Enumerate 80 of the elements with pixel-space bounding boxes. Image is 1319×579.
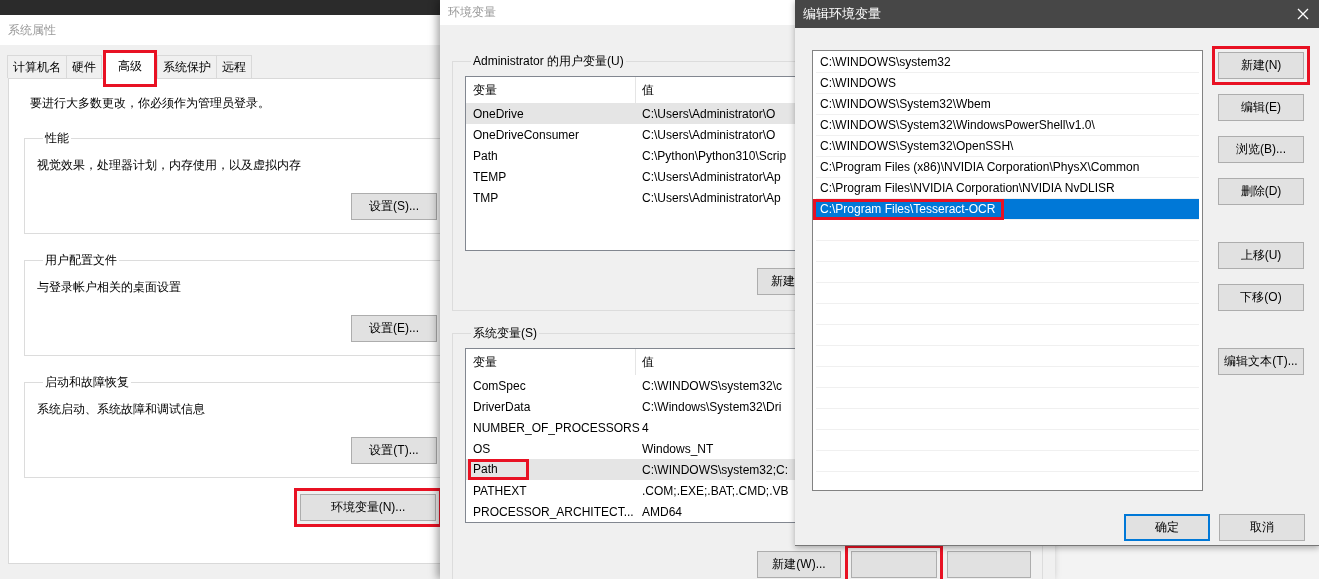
column-header: 值 (641, 353, 654, 371)
settings-button[interactable]: 设置(E)... (351, 315, 437, 342)
table-row[interactable]: TEMP C:\Users\Administrator\Ap (466, 166, 796, 187)
action-button[interactable]: 新建(W)... (757, 551, 841, 578)
path-entry[interactable]: C:\Program Files\Tesseract-OCR (816, 199, 1199, 220)
action-button[interactable]: 删除(D) (1218, 178, 1304, 205)
table-cell: C:\Users\Administrator\O (642, 127, 776, 142)
table-cell: PROCESSOR_ARCHITECT... (473, 504, 634, 519)
table-cell: NUMBER_OF_PROCESSORS (473, 420, 640, 435)
dialog-button[interactable]: 取消 (1219, 514, 1305, 541)
table-row[interactable]: NUMBER_OF_PROCESSORS 4 (466, 417, 796, 438)
table-row[interactable]: OS Windows_NT (466, 438, 796, 459)
table-row[interactable]: DriverData C:\Windows\System32\Dri (466, 396, 796, 417)
action-button[interactable]: 新建 (757, 268, 795, 295)
window-title: 系统属性 (7, 21, 57, 39)
table-cell: ComSpec (473, 378, 526, 393)
path-entry[interactable]: C:\Program Files (x86)\NVIDIA Corporation\PhysX\Common (816, 157, 1199, 178)
window-title: 编辑环境变量 (802, 5, 882, 23)
table-cell: DriverData (473, 399, 531, 414)
group-title: 性能 (44, 130, 70, 147)
tab[interactable]: 硬件 (66, 55, 102, 78)
table-cell: C:\Windows\System32\Dri (642, 399, 782, 414)
table-row[interactable]: PATHEXT .COM;.EXE;.BAT;.CMD;.VB (466, 480, 796, 501)
action-button[interactable]: 编辑(E) (1218, 94, 1304, 121)
close-icon[interactable] (1297, 8, 1309, 20)
table-cell: AMD64 (642, 504, 682, 519)
column-header: 变量 (466, 349, 636, 375)
table-cell: C:\WINDOWS\system32\c (642, 378, 782, 393)
table-cell: .COM;.EXE;.BAT;.CMD;.VB (642, 483, 789, 498)
table-cell: Path (468, 459, 529, 480)
path-entry[interactable]: C:\WINDOWS\system32 (816, 52, 1199, 73)
group-title: 启动和故障恢复 (44, 374, 130, 391)
group-title: 系统变量(S) (472, 325, 538, 342)
table-row[interactable]: TMP C:\Users\Administrator\Ap (466, 187, 796, 208)
table-cell: PATHEXT (473, 483, 527, 498)
table-cell: Path (473, 148, 498, 163)
table-row[interactable]: OneDrive C:\Users\Administrator\O (466, 103, 796, 124)
table-cell: OneDrive (473, 106, 524, 121)
table-cell: OS (473, 441, 491, 456)
table-cell: C:\Users\Administrator\O (642, 106, 776, 121)
group-title: Administrator 的用户变量(U) (472, 53, 625, 70)
action-button[interactable]: 下移(O) (1218, 284, 1304, 311)
table-row[interactable]: OneDriveConsumer C:\Users\Administrator\O (466, 124, 796, 145)
action-button[interactable]: 浏览(B)... (1218, 136, 1304, 163)
table-cell: TEMP (473, 169, 507, 184)
action-button[interactable]: 编辑文本(T)... (1218, 348, 1304, 375)
table-row[interactable]: PROCESSOR_ARCHITECT... AMD64 (466, 501, 796, 522)
environment-variables-button[interactable]: 环境变量(N)... (294, 488, 440, 527)
tab[interactable]: 高级 (103, 50, 157, 87)
dialog-button[interactable]: 确定 (1124, 514, 1210, 541)
column-header: 值 (641, 81, 654, 99)
group-description: 与登录帐户相关的桌面设置 (37, 279, 182, 296)
table-cell: C:\Python\Python310\Scrip (642, 148, 787, 163)
table-cell: C:\Users\Administrator\Ap (642, 169, 781, 184)
table-cell: C:\WINDOWS\system32;C: (642, 462, 788, 477)
action-button[interactable]: 上移(U) (1218, 242, 1304, 269)
table-cell: OneDriveConsumer (473, 127, 580, 142)
notice-text: 要进行大多数更改，你必须作为管理员登录。 (30, 95, 271, 112)
path-entry[interactable]: C:\WINDOWS\System32\OpenSSH\ (816, 136, 1199, 157)
table-cell: C:\Users\Administrator\Ap (642, 190, 781, 205)
table-cell: 4 (642, 420, 649, 435)
settings-button[interactable]: 设置(S)... (351, 193, 437, 220)
window-title: 环境变量 (447, 4, 497, 21)
table-row[interactable]: Path C:\Python\Python310\Scrip (466, 145, 796, 166)
table-cell: TMP (473, 190, 499, 205)
table-cell: Windows_NT (642, 441, 714, 456)
tab[interactable]: 计算机名 (7, 55, 67, 78)
group-description: 系统启动、系统故障和调试信息 (37, 401, 206, 418)
tab[interactable]: 系统保护 (157, 55, 217, 78)
action-button[interactable]: 新建(N) (1212, 46, 1310, 85)
path-entry[interactable]: C:\WINDOWS (816, 73, 1199, 94)
group-description: 视觉效果，处理器计划，内存使用，以及虚拟内存 (37, 157, 302, 174)
settings-button[interactable]: 设置(T)... (351, 437, 437, 464)
action-button[interactable] (845, 545, 943, 579)
path-entry[interactable]: C:\WINDOWS\System32\WindowsPowerShell\v1.0\ (816, 115, 1199, 136)
table-row[interactable]: ComSpec C:\WINDOWS\system32\c (466, 375, 796, 396)
table-row[interactable]: Path C:\WINDOWS\system32;C: (466, 459, 796, 480)
path-entry[interactable]: C:\WINDOWS\System32\Wbem (816, 94, 1199, 115)
tab[interactable]: 远程 (216, 55, 252, 78)
group-title: 用户配置文件 (44, 252, 118, 269)
